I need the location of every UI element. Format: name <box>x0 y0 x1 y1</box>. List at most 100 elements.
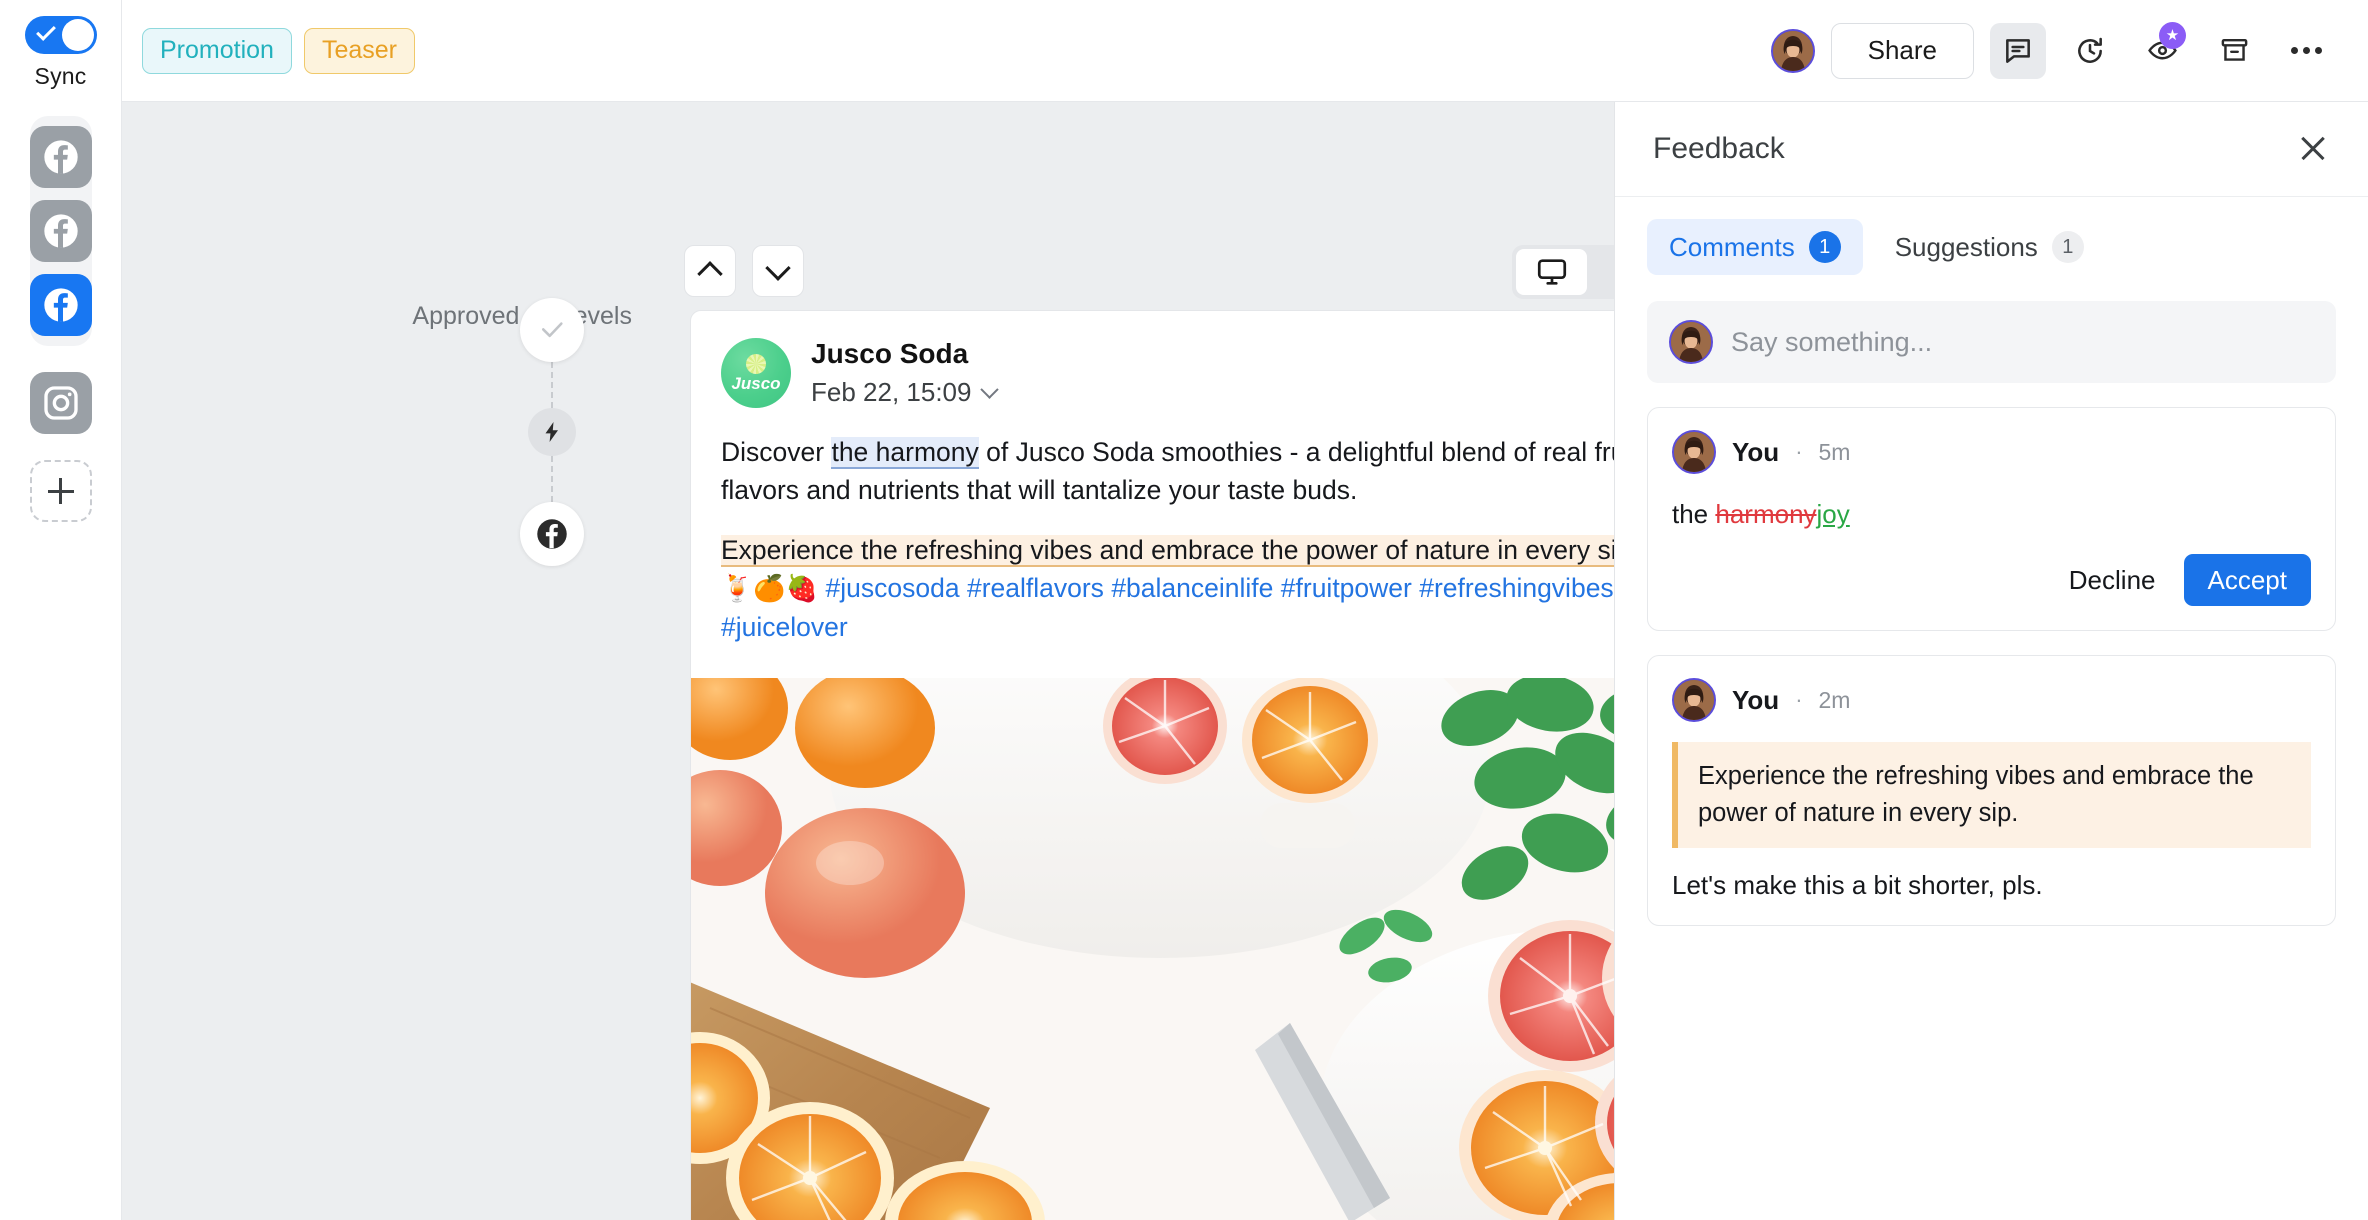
hashtag-1[interactable]: #juscosoda <box>826 573 960 603</box>
comment-author: You <box>1732 684 1780 715</box>
hashtag-3[interactable]: #balanceinlife <box>1111 573 1273 603</box>
device-desktop-option[interactable] <box>1516 249 1587 295</box>
approval-steps <box>520 298 584 566</box>
comment-card-note: You · 2m Experience the refreshing vibes… <box>1647 655 2336 927</box>
check-icon <box>541 322 563 338</box>
brand-logo-text: Jusco <box>731 374 781 393</box>
sidebar-item-facebook-2[interactable] <box>29 200 92 262</box>
suggestion-highlight-harmony[interactable]: the harmony <box>831 437 979 469</box>
main-column: Promotion Teaser Share ★ Approved levels… <box>122 0 2368 1220</box>
diff-inserted-text: joy <box>1816 499 1850 529</box>
comment-timestamp: 2m <box>1818 686 1851 713</box>
comment-input-placeholder[interactable]: Say something... <box>1731 327 1932 358</box>
chevron-down-icon <box>765 255 791 281</box>
comment-avatar <box>1672 430 1716 474</box>
diff-prefix: the <box>1672 499 1716 529</box>
comment-author-row: You · 2m <box>1672 678 2311 723</box>
post-paragraph-1: Discover the harmony of Jusco Soda smoot… <box>721 433 1614 509</box>
share-button[interactable]: Share <box>1830 22 1974 79</box>
post-meta: Jusco Soda Feb 22, 15:09 <box>811 338 1000 408</box>
avatar-image <box>1671 322 1711 362</box>
diff-deleted-text: harmony <box>1715 499 1817 529</box>
accept-button[interactable]: Accept <box>2183 554 2311 607</box>
avatar-image <box>1772 30 1813 71</box>
lightning-icon <box>545 422 558 442</box>
feedback-title: Feedback <box>1653 132 1785 165</box>
post-caption[interactable]: Discover the harmony of Jusco Soda smoot… <box>691 408 1614 678</box>
feedback-header: Feedback <box>1615 102 2368 197</box>
channel-rail: Sync <box>0 0 122 1220</box>
chevron-down-icon <box>980 380 1000 399</box>
decline-button[interactable]: Decline <box>2069 565 2156 596</box>
post-image <box>691 678 1614 1220</box>
tag-list: Promotion Teaser <box>142 27 415 74</box>
sidebar-item-instagram-1[interactable] <box>29 372 92 434</box>
brand-name: Jusco Soda <box>811 338 969 369</box>
citrus-icon <box>746 354 766 374</box>
avatar-image <box>1674 680 1714 721</box>
previous-post-button[interactable] <box>684 245 736 297</box>
comment-quoted-text: Experience the refreshing vibes and embr… <box>1672 742 2311 849</box>
brand-logo: Jusco <box>721 338 791 408</box>
workspace: Approved 0/3 levels <box>122 102 2368 1220</box>
approval-step-facebook[interactable] <box>520 502 584 566</box>
comment-icon <box>2006 38 2030 63</box>
comment-composer[interactable]: Say something... <box>1647 301 2336 383</box>
tab-comments[interactable]: Comments 1 <box>1647 219 1863 275</box>
post-date: Feb 22, 15:09 <box>811 377 972 407</box>
more-icon <box>2290 47 2322 54</box>
user-avatar[interactable] <box>1770 28 1815 73</box>
device-preview-toggle[interactable] <box>1512 245 1614 299</box>
feedback-panel: Feedback Comments 1 Suggestions 1 Say so… <box>1614 102 2368 1220</box>
post-preview-card: Jusco Jusco Soda Feb 22, 15:09 Discover … <box>690 310 1614 1220</box>
tab-comments-count: 1 <box>1808 231 1841 263</box>
more-options-button[interactable] <box>2278 23 2334 79</box>
tag-promotion[interactable]: Promotion <box>142 27 292 74</box>
archive-button[interactable] <box>2206 23 2262 79</box>
post-header: Jusco Jusco Soda Feb 22, 15:09 <box>691 311 1614 408</box>
hashtag-6[interactable]: #juicelover <box>721 612 848 642</box>
preview-button[interactable]: ★ <box>2134 21 2190 79</box>
comment-note-text: Let's make this a bit shorter, pls. <box>1672 870 2043 901</box>
approval-step-check[interactable] <box>520 298 584 362</box>
mobile-icon <box>1608 257 1615 287</box>
post-date-row[interactable]: Feb 22, 15:09 <box>811 377 1000 408</box>
sync-toggle[interactable] <box>24 16 97 54</box>
hashtag-4[interactable]: #fruitpower <box>1281 573 1412 603</box>
feedback-body: Say something... You · 5m the harmonyjoy… <box>1615 275 2368 1220</box>
comments-toggle-button[interactable] <box>1990 22 2046 79</box>
approval-step-automation[interactable] <box>528 408 576 456</box>
hashtag-5[interactable]: #refreshingvibes <box>1419 573 1613 603</box>
comment-body-diff: the harmonyjoy <box>1672 496 2311 532</box>
close-feedback-button[interactable] <box>2296 132 2330 166</box>
tab-suggestions-label: Suggestions <box>1894 231 2038 262</box>
composer-avatar <box>1669 320 1713 364</box>
tag-teaser[interactable]: Teaser <box>303 27 415 74</box>
sidebar-item-facebook-3[interactable] <box>29 274 92 336</box>
premium-star-badge: ★ <box>2159 21 2186 49</box>
tab-suggestions[interactable]: Suggestions 1 <box>1873 219 2106 275</box>
chevron-up-icon <box>697 261 723 287</box>
desktop-icon <box>1537 259 1566 285</box>
hashtag-2[interactable]: #realflavors <box>967 573 1104 603</box>
device-mobile-option[interactable] <box>1587 249 1614 295</box>
preview-canvas: Approved 0/3 levels <box>122 102 1614 1220</box>
suggestion-actions: Decline Accept <box>1672 554 2311 607</box>
tab-comments-label: Comments <box>1669 231 1795 262</box>
archive-icon <box>2221 38 2247 61</box>
comment-avatar <box>1672 678 1716 723</box>
feedback-tabs: Comments 1 Suggestions 1 <box>1615 197 2368 275</box>
comment-highlight-experience[interactable]: Experience the refreshing vibes and embr… <box>721 535 1614 568</box>
check-icon <box>35 21 56 41</box>
history-button[interactable] <box>2062 23 2118 79</box>
facebook-channel-group <box>29 116 92 346</box>
next-post-button[interactable] <box>752 245 804 297</box>
facebook-icon <box>43 140 78 174</box>
p1-pre: Discover <box>721 437 832 467</box>
sidebar-item-facebook-1[interactable] <box>29 126 92 188</box>
facebook-icon <box>43 288 78 322</box>
add-channel-button[interactable] <box>29 460 92 522</box>
tab-suggestions-count: 1 <box>2051 231 2084 263</box>
sync-label: Sync <box>34 63 87 89</box>
comment-author-row: You · 5m <box>1672 430 2311 474</box>
